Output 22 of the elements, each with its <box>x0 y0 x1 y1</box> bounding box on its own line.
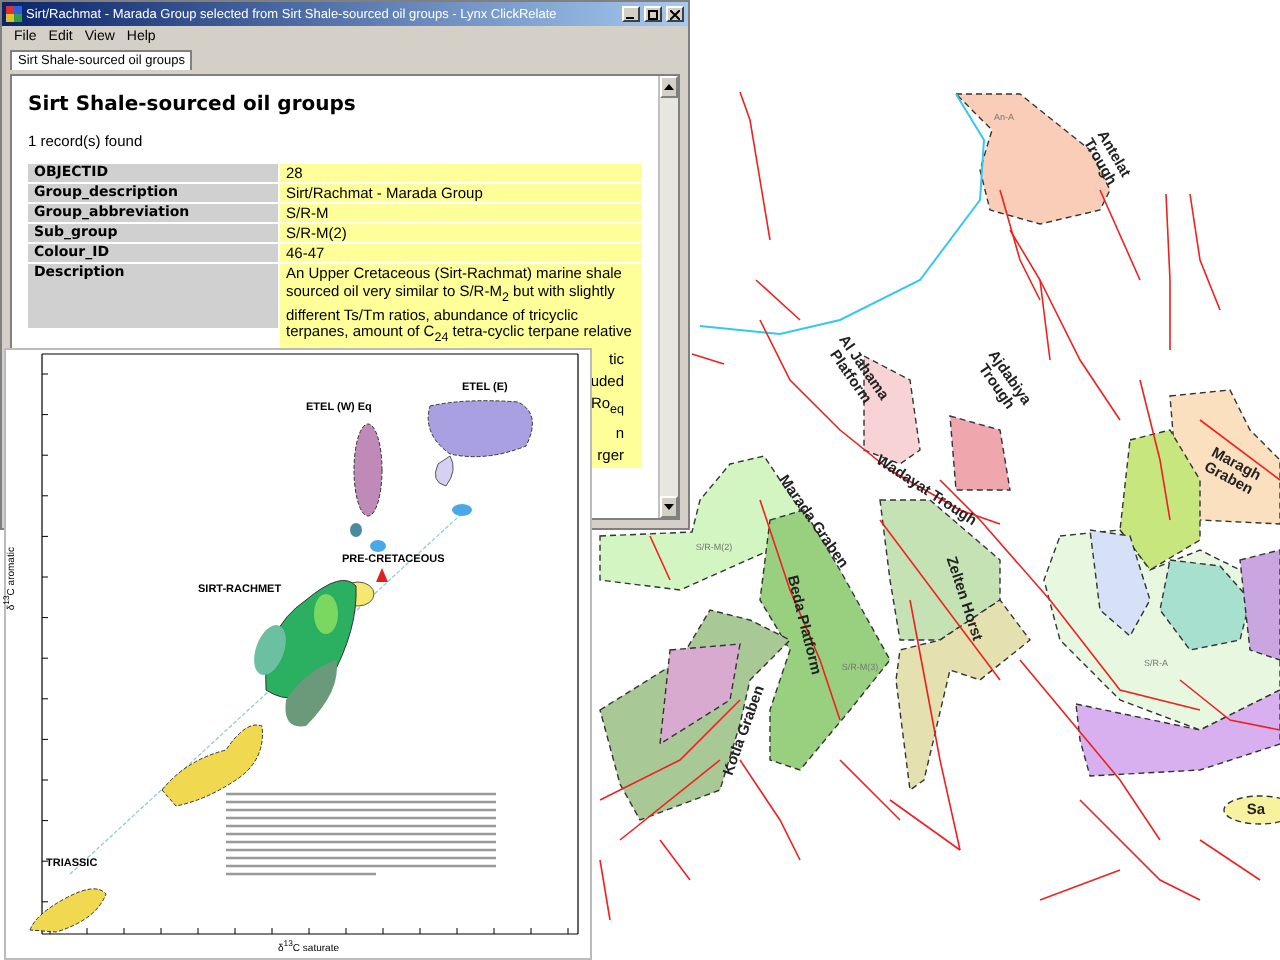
app-icon <box>6 6 22 22</box>
map-region <box>1223 795 1280 825</box>
maximize-icon <box>648 9 658 19</box>
data-region <box>452 504 472 516</box>
fault-line <box>691 353 725 365</box>
data-region <box>353 423 383 517</box>
close-button[interactable] <box>666 6 684 22</box>
fault-line <box>599 859 611 921</box>
close-icon <box>670 9 680 19</box>
fault-line <box>839 759 901 821</box>
page-heading: Sirt Shale-sourced oil groups <box>28 94 358 116</box>
maximize-button[interactable] <box>644 6 662 22</box>
map-region <box>949 415 1011 491</box>
up-arrow-icon <box>664 84 674 90</box>
fault-line <box>649 535 671 581</box>
down-arrow-icon <box>664 504 674 510</box>
fault-line <box>1189 193 1221 311</box>
data-region <box>161 724 263 807</box>
triangle-marker <box>376 568 388 582</box>
data-region <box>29 888 107 933</box>
minimize-button[interactable] <box>622 6 640 22</box>
scrollbar[interactable] <box>658 76 678 518</box>
